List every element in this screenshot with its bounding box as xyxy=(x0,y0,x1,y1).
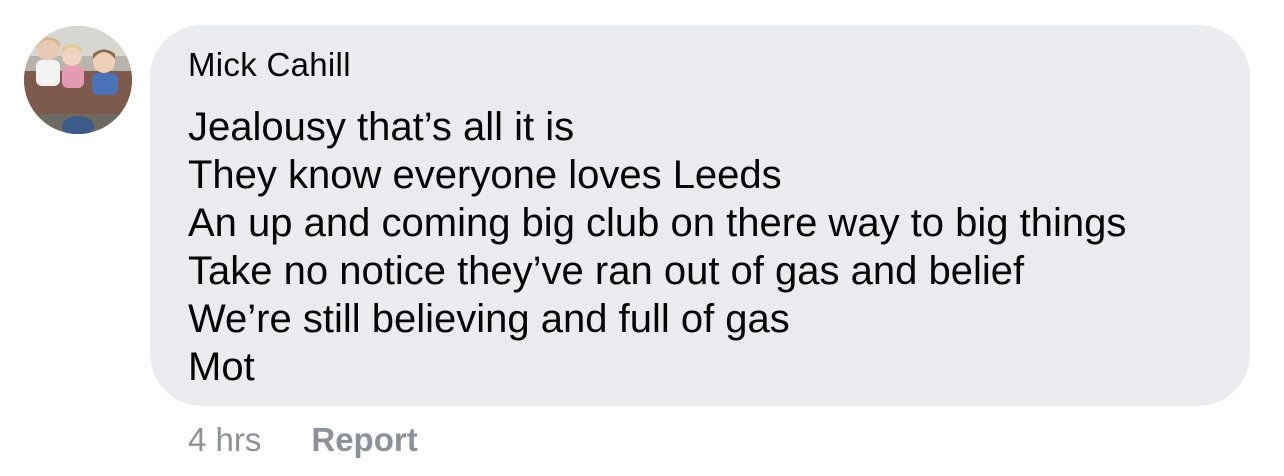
report-button[interactable]: Report xyxy=(311,420,417,460)
comment-meta: 4 hrs Report xyxy=(188,420,418,460)
comment-bubble: Mick Cahill Jealousy that’s all it is Th… xyxy=(150,25,1250,406)
comment-line: An up and coming big club on there way t… xyxy=(188,201,1127,245)
comment-body: Jealousy that’s all it is They know ever… xyxy=(188,103,1250,391)
profile-photo-children-icon xyxy=(24,26,132,134)
avatar[interactable] xyxy=(24,26,132,134)
comment-line: Mot xyxy=(188,345,255,389)
comment-line: Take no notice they’ve ran out of gas an… xyxy=(188,249,1025,293)
comment-line: We’re still believing and full of gas xyxy=(188,297,790,341)
comment-author[interactable]: Mick Cahill xyxy=(188,47,1250,83)
comment-line: Jealousy that’s all it is xyxy=(188,105,575,149)
comment: Mick Cahill Jealousy that’s all it is Th… xyxy=(0,0,1284,476)
comment-line: They know everyone loves Leeds xyxy=(188,153,782,197)
comment-timestamp[interactable]: 4 hrs xyxy=(188,420,261,460)
